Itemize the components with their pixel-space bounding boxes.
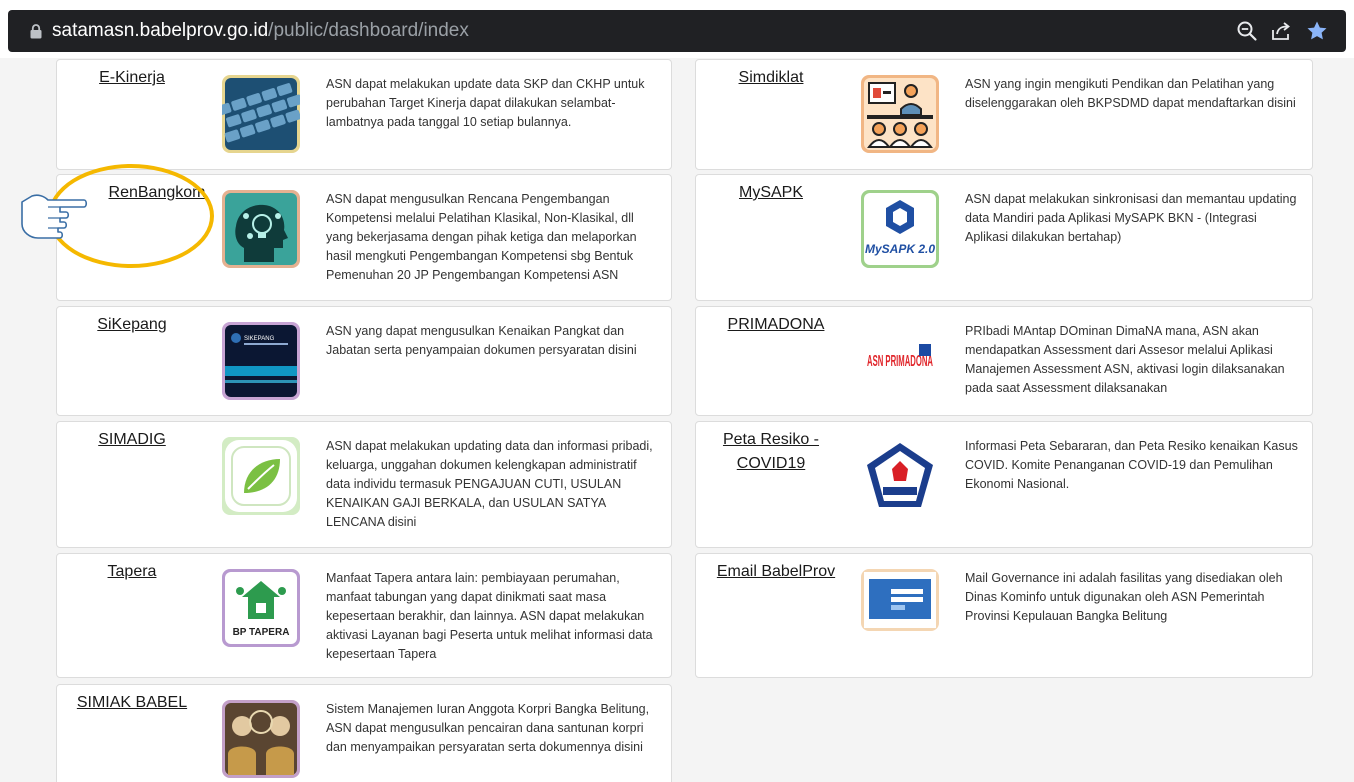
link-tapera[interactable]: Tapera xyxy=(57,560,207,584)
share-icon[interactable] xyxy=(1270,20,1292,42)
email-login-image xyxy=(861,569,939,631)
desc-simdiklat: ASN yang ingin mengikuti Pendikan dan Pe… xyxy=(965,77,1296,110)
card-primadona: PRIMADONA ASN PRIMADONA PRIbadi MAntap D… xyxy=(695,306,1313,416)
desc-peta-resiko: Informasi Peta Sebararan, dan Peta Resik… xyxy=(965,439,1298,491)
desc-e-kinerja: ASN dapat melakukan update data SKP dan … xyxy=(326,77,645,129)
mysapk-logo-text: MySAPK 2.0 xyxy=(865,242,935,256)
url-text[interactable]: satamasn.babelprov.go.id/public/dashboar… xyxy=(52,20,469,42)
lock-icon[interactable] xyxy=(30,24,42,39)
tapera-logo-text: BP TAPERA xyxy=(233,627,290,638)
link-sikepang[interactable]: SiKepang xyxy=(57,313,207,337)
card-sikepang: SiKepang SIKEPANG ASN yang dapat mengusu… xyxy=(56,306,672,416)
sikepang-screen-image: SIKEPANG xyxy=(222,322,300,400)
sikepang-logo-text: SIKEPANG xyxy=(244,336,275,342)
desc-renbangkom: ASN dapat mengusulkan Rencana Pengembang… xyxy=(326,192,637,282)
card-email-babelprov: Email BabelProv Mail Governance ini adal… xyxy=(695,553,1313,678)
url-host: satamasn.babelprov.go.id xyxy=(52,20,269,41)
desc-primadona: PRIbadi MAntap DOminan DimaNA mana, ASN … xyxy=(965,324,1285,395)
pointing-hand-icon xyxy=(21,194,88,239)
url-path: /public/dashboard/index xyxy=(268,20,469,41)
desc-mysapk: ASN dapat melakukan sinkronisasi dan mem… xyxy=(965,192,1297,244)
link-email-babelprov[interactable]: Email BabelProv xyxy=(701,560,851,584)
desc-sikepang: ASN yang dapat mengusulkan Kenaikan Pang… xyxy=(326,324,637,357)
link-primadona[interactable]: PRIMADONA xyxy=(696,313,856,337)
bookmark-star-icon[interactable] xyxy=(1306,20,1328,42)
desc-simadig: ASN dapat melakukan updating data dan in… xyxy=(326,439,653,529)
covid-task-force-logo xyxy=(861,437,939,515)
card-e-kinerja: E-Kinerja ASN dapat melakukan update dat… xyxy=(56,59,672,170)
primadona-logo: ASN PRIMADONA xyxy=(861,322,939,400)
card-peta-resiko: Peta Resiko - COVID19 Informasi Peta Seb… xyxy=(695,421,1313,548)
card-simdiklat: Simdiklat ASN yang ingin mengikuti Pendi… xyxy=(695,59,1313,170)
link-mysapk[interactable]: MySAPK xyxy=(696,181,846,205)
link-peta-resiko[interactable]: Peta Resiko - COVID19 xyxy=(711,428,831,476)
link-e-kinerja[interactable]: E-Kinerja xyxy=(57,66,207,90)
zoom-icon[interactable] xyxy=(1236,20,1258,42)
desc-simiak-babel: Sistem Manajemen Iuran Anggota Korpri Ba… xyxy=(326,702,650,754)
leaf-icon xyxy=(222,437,300,515)
link-simdiklat[interactable]: Simdiklat xyxy=(696,66,846,90)
keyboard-image xyxy=(222,75,300,153)
desc-email-babelprov: Mail Governance ini adalah fasilitas yan… xyxy=(965,571,1283,623)
card-simiak-babel: SIMIAK BABEL Sistem Manajemen Iuran Angg… xyxy=(56,684,672,782)
card-mysapk: MySAPK MySAPK 2.0 ASN dapat melakukan si… xyxy=(695,174,1313,301)
link-simadig[interactable]: SIMADIG xyxy=(57,428,207,452)
address-bar[interactable]: satamasn.babelprov.go.id/public/dashboar… xyxy=(8,10,1346,52)
korpri-photo-image xyxy=(222,700,300,778)
card-tapera: Tapera BP TAPERA Manfaat Tapera antara l… xyxy=(56,553,672,678)
mysapk-logo: MySAPK 2.0 xyxy=(861,190,939,268)
tapera-logo: BP TAPERA xyxy=(222,569,300,647)
card-simadig: SIMADIG ASN dapat melakukan updating dat… xyxy=(56,421,672,548)
head-lightbulb-image xyxy=(222,190,300,268)
link-simiak-babel[interactable]: SIMIAK BABEL xyxy=(57,691,207,715)
browser-toolbar: satamasn.babelprov.go.id/public/dashboar… xyxy=(0,0,1354,58)
desc-tapera: Manfaat Tapera antara lain: pembiayaan p… xyxy=(326,571,653,661)
training-class-image xyxy=(861,75,939,153)
